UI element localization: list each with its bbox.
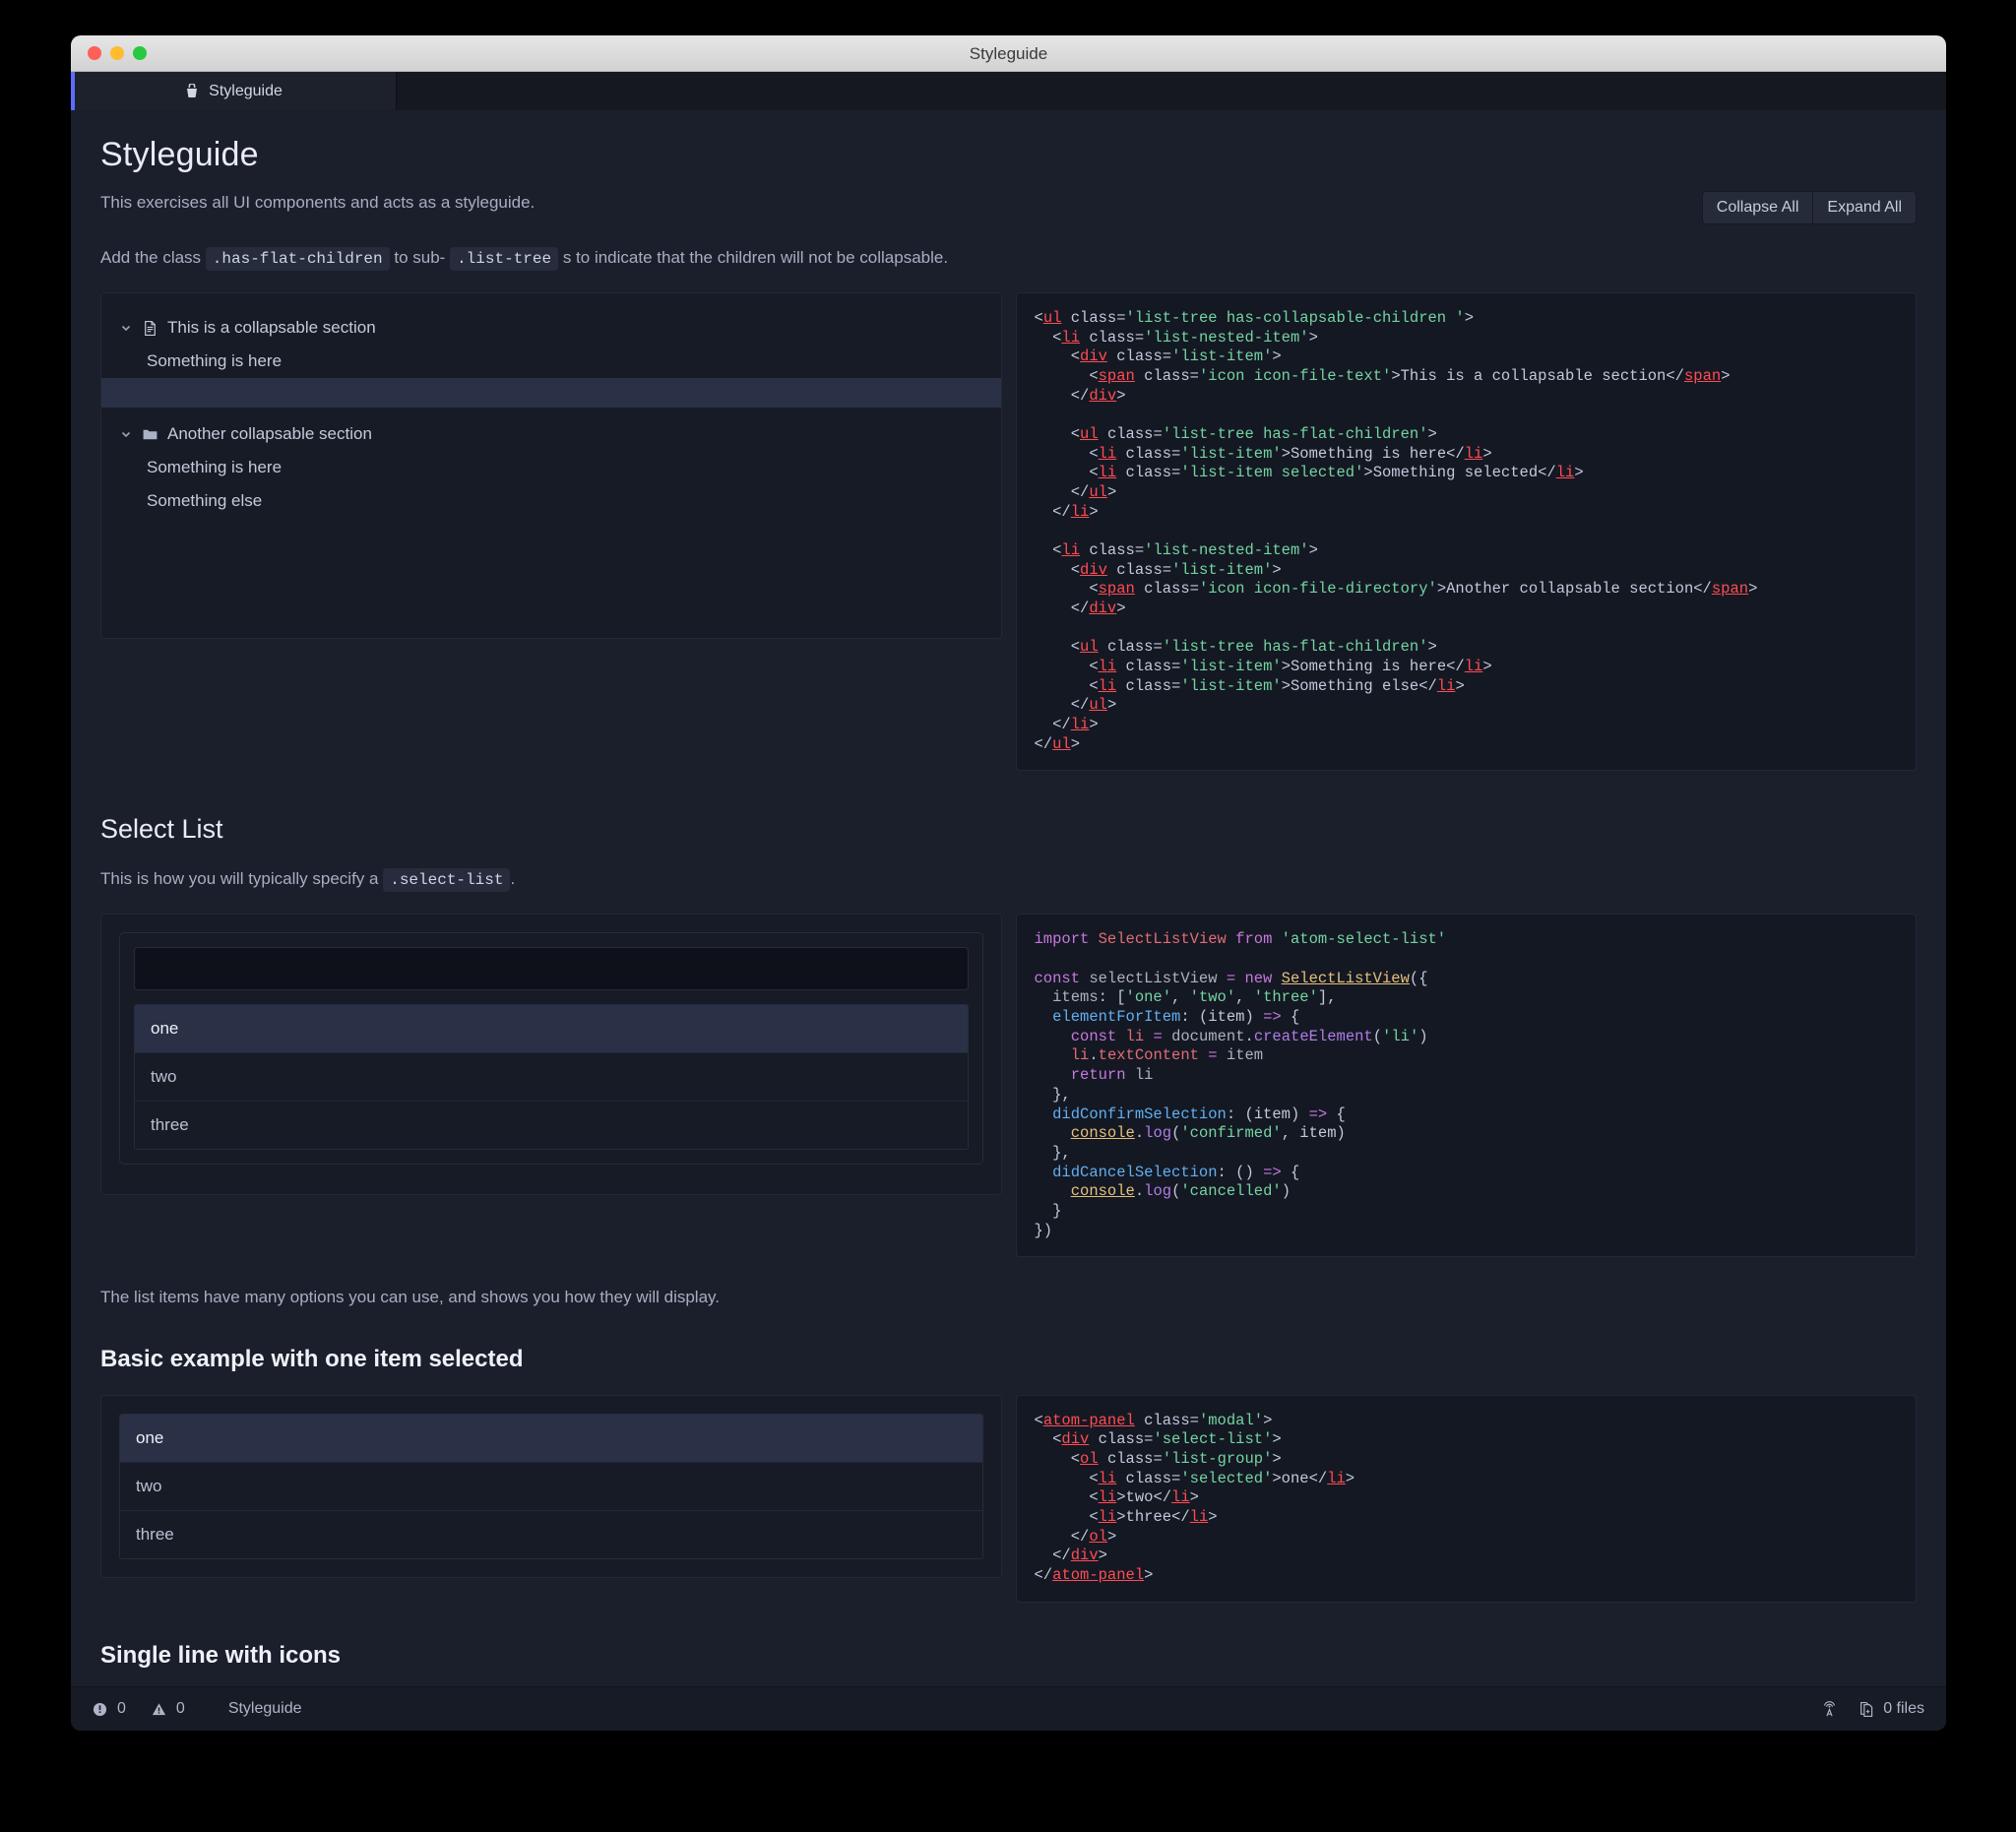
select-list-description: This is how you will typically specify a… <box>100 866 1917 892</box>
note-part-3: s to indicate that the children will not… <box>563 248 948 267</box>
error-count: 0 <box>117 1700 126 1718</box>
tree-item-something-selected[interactable] <box>101 378 1001 408</box>
status-bar: 0 0 Styleguide <box>71 1686 1946 1731</box>
note-code-list-tree: .list-tree <box>450 247 558 271</box>
file-text-icon <box>142 320 158 337</box>
basic-example-preview-column: onetwothree <box>100 1395 1002 1603</box>
select-list-desc-part-1: This is how you will typically specify a <box>100 869 378 888</box>
content-padding: Collapse All Expand All Styleguide This … <box>71 110 1946 1687</box>
window-titlebar: Styleguide <box>71 35 1946 72</box>
diff-files-icon <box>1858 1701 1875 1718</box>
list-tree-code-block: <ul class='list-tree has-collapsable-chi… <box>1016 292 1918 771</box>
tree-section-1-header[interactable]: This is a collapsable section <box>119 311 983 345</box>
list-item[interactable]: two <box>135 1053 968 1102</box>
list-tree-code-column: <ul class='list-tree has-collapsable-chi… <box>1016 292 1918 771</box>
main-content: Collapse All Expand All Styleguide This … <box>71 110 1946 1687</box>
basic-example-code-block: <atom-panel class='modal'> <div class='s… <box>1016 1395 1918 1603</box>
basic-example-row: onetwothree <atom-panel class='modal'> <… <box>100 1395 1917 1603</box>
warning-triangle-icon[interactable] <box>152 1702 166 1717</box>
select-list-code-column: import SelectListView from 'atom-select-… <box>1016 914 1918 1257</box>
select-list-after-description: The list items have many options you can… <box>100 1285 1917 1310</box>
file-directory-icon <box>142 426 158 443</box>
chevron-down-icon[interactable] <box>119 321 133 335</box>
list-item[interactable]: one <box>120 1415 982 1463</box>
list-tree-preview-column: This is a collapsable section Something … <box>100 292 1002 771</box>
note-code-has-flat-children: .has-flat-children <box>206 247 390 271</box>
select-list-code-block: import SelectListView from 'atom-select-… <box>1016 914 1918 1257</box>
tab-bar-empty-space <box>397 72 1946 111</box>
basic-example-heading: Basic example with one item selected <box>100 1346 1917 1373</box>
broadcast-icon[interactable] <box>1820 1700 1839 1719</box>
basic-example-preview: onetwothree <box>100 1395 1002 1578</box>
select-list-group: onetwothree <box>134 1004 969 1150</box>
flat-children-note: Add the class .has-flat-children to sub-… <box>100 245 1917 271</box>
collapse-expand-button-group: Collapse All Expand All <box>1702 191 1917 224</box>
tab-bar: Styleguide <box>71 72 1946 112</box>
code-js: import SelectListView from 'atom-select-… <box>1035 930 1899 1240</box>
tab-styleguide[interactable]: Styleguide <box>71 72 397 111</box>
list-item[interactable]: three <box>135 1102 968 1149</box>
select-list-preview-column: onetwothree <box>100 914 1002 1257</box>
select-list-filter-input[interactable] <box>134 947 969 990</box>
status-bar-file-label[interactable]: Styleguide <box>228 1700 302 1718</box>
code-basic: <atom-panel class='modal'> <div class='s… <box>1035 1412 1899 1586</box>
collapse-all-button[interactable]: Collapse All <box>1702 191 1813 224</box>
note-part-1: Add the class <box>100 248 201 267</box>
warning-count: 0 <box>176 1700 185 1718</box>
status-bar-right: 0 files <box>1820 1700 1924 1719</box>
list-tree-example-row: This is a collapsable section Something … <box>100 292 1917 771</box>
select-list-desc-part-2: . <box>510 869 515 888</box>
window-title: Styleguide <box>71 44 1946 64</box>
select-list-preview: onetwothree <box>100 914 1002 1195</box>
list-item[interactable]: one <box>135 1005 968 1053</box>
tree-item-something-else[interactable]: Something else <box>119 484 983 518</box>
basic-example-list-group: onetwothree <box>119 1414 983 1559</box>
icons-example-heading: Single line with icons <box>100 1642 1917 1670</box>
tree-section-2-label: Another collapsable section <box>167 424 372 444</box>
list-item[interactable]: two <box>120 1463 982 1511</box>
tree-item-something-is-here-1[interactable]: Something is here <box>119 345 983 378</box>
list-tree: This is a collapsable section Something … <box>119 311 983 518</box>
select-list-heading: Select List <box>100 814 1917 845</box>
select-list-widget: onetwothree <box>119 932 983 1165</box>
list-tree-preview: This is a collapsable section Something … <box>100 292 1002 639</box>
note-part-2: to sub- <box>394 248 445 267</box>
status-bar-left: 0 0 Styleguide <box>93 1700 302 1718</box>
tab-label: Styleguide <box>209 83 283 100</box>
tree-section-2-header[interactable]: Another collapsable section <box>119 417 983 451</box>
chevron-down-icon[interactable] <box>119 427 133 441</box>
page-subtitle: This exercises all UI components and act… <box>100 193 1917 213</box>
app-window: Styleguide Styleguide Collapse All Expan… <box>71 35 1946 1731</box>
files-count: 0 files <box>1883 1700 1924 1718</box>
error-circle-icon[interactable] <box>93 1702 107 1717</box>
select-list-desc-code: .select-list <box>383 868 510 892</box>
tree-section-1-label: This is a collapsable section <box>167 318 376 338</box>
list-item[interactable]: three <box>120 1511 982 1558</box>
basic-example-code-column: <atom-panel class='modal'> <div class='s… <box>1016 1395 1918 1603</box>
paint-bucket-icon <box>184 84 200 99</box>
tree-item-something-is-here-2[interactable]: Something is here <box>119 451 983 484</box>
select-list-example-row: onetwothree import SelectListView from '… <box>100 914 1917 1257</box>
files-indicator[interactable]: 0 files <box>1858 1700 1924 1718</box>
code-tree: <ul class='list-tree has-collapsable-chi… <box>1035 309 1899 754</box>
expand-all-button[interactable]: Expand All <box>1812 191 1917 224</box>
page-title: Styleguide <box>100 136 1917 174</box>
screen: Styleguide Styleguide Collapse All Expan… <box>0 0 2016 1832</box>
